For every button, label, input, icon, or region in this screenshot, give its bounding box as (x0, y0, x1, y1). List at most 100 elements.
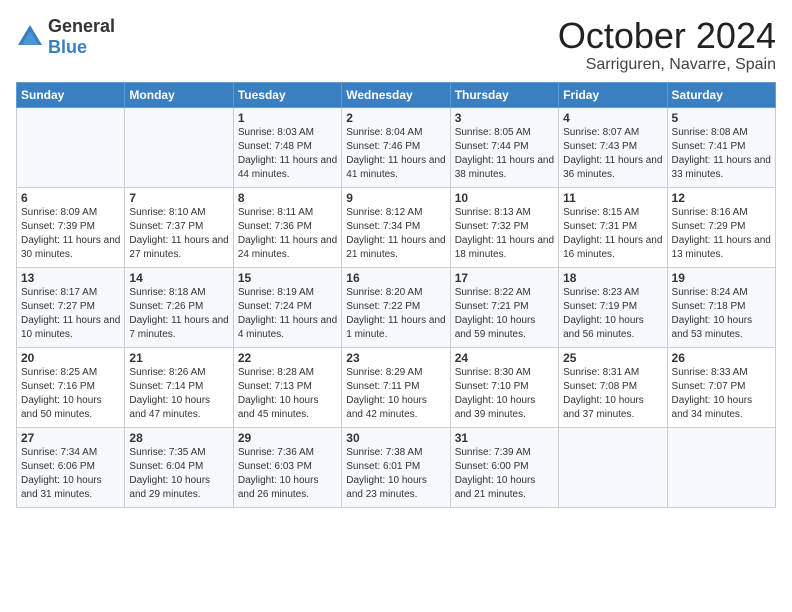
day-number: 27 (21, 431, 120, 445)
day-number: 29 (238, 431, 337, 445)
day-number: 26 (672, 351, 771, 365)
day-number: 15 (238, 271, 337, 285)
calendar-cell (17, 107, 125, 187)
day-info: Sunrise: 8:04 AM Sunset: 7:46 PM Dayligh… (346, 126, 445, 182)
calendar-cell: 6Sunrise: 8:09 AM Sunset: 7:39 PM Daylig… (17, 187, 125, 267)
day-info: Sunrise: 8:16 AM Sunset: 7:29 PM Dayligh… (672, 206, 771, 262)
col-header-wednesday: Wednesday (342, 82, 450, 107)
week-row-5: 27Sunrise: 7:34 AM Sunset: 6:06 PM Dayli… (17, 427, 776, 507)
col-header-sunday: Sunday (17, 82, 125, 107)
week-row-4: 20Sunrise: 8:25 AM Sunset: 7:16 PM Dayli… (17, 347, 776, 427)
logo-general: General (48, 16, 115, 36)
day-info: Sunrise: 7:38 AM Sunset: 6:01 PM Dayligh… (346, 446, 445, 502)
calendar-cell: 31Sunrise: 7:39 AM Sunset: 6:00 PM Dayli… (450, 427, 558, 507)
day-number: 2 (346, 111, 445, 125)
col-header-tuesday: Tuesday (233, 82, 341, 107)
header-row-days: SundayMondayTuesdayWednesdayThursdayFrid… (17, 82, 776, 107)
day-info: Sunrise: 8:31 AM Sunset: 7:08 PM Dayligh… (563, 366, 662, 422)
day-number: 25 (563, 351, 662, 365)
logo-text: General Blue (48, 16, 115, 58)
calendar-cell: 11Sunrise: 8:15 AM Sunset: 7:31 PM Dayli… (559, 187, 667, 267)
day-info: Sunrise: 8:07 AM Sunset: 7:43 PM Dayligh… (563, 126, 662, 182)
calendar-cell: 12Sunrise: 8:16 AM Sunset: 7:29 PM Dayli… (667, 187, 775, 267)
day-number: 14 (129, 271, 228, 285)
calendar-cell: 5Sunrise: 8:08 AM Sunset: 7:41 PM Daylig… (667, 107, 775, 187)
calendar-cell: 29Sunrise: 7:36 AM Sunset: 6:03 PM Dayli… (233, 427, 341, 507)
calendar-cell: 2Sunrise: 8:04 AM Sunset: 7:46 PM Daylig… (342, 107, 450, 187)
calendar-cell: 21Sunrise: 8:26 AM Sunset: 7:14 PM Dayli… (125, 347, 233, 427)
col-header-friday: Friday (559, 82, 667, 107)
day-info: Sunrise: 8:03 AM Sunset: 7:48 PM Dayligh… (238, 126, 337, 182)
day-info: Sunrise: 8:18 AM Sunset: 7:26 PM Dayligh… (129, 286, 228, 342)
location-title: Sarriguren, Navarre, Spain (558, 56, 776, 74)
day-number: 13 (21, 271, 120, 285)
week-row-1: 1Sunrise: 8:03 AM Sunset: 7:48 PM Daylig… (17, 107, 776, 187)
day-info: Sunrise: 8:13 AM Sunset: 7:32 PM Dayligh… (455, 206, 554, 262)
day-number: 21 (129, 351, 228, 365)
calendar-cell: 25Sunrise: 8:31 AM Sunset: 7:08 PM Dayli… (559, 347, 667, 427)
calendar-cell (559, 427, 667, 507)
logo-blue: Blue (48, 37, 87, 57)
calendar-container: General Blue October 2024 Sarriguren, Na… (0, 0, 792, 518)
day-info: Sunrise: 8:26 AM Sunset: 7:14 PM Dayligh… (129, 366, 228, 422)
calendar-cell: 4Sunrise: 8:07 AM Sunset: 7:43 PM Daylig… (559, 107, 667, 187)
col-header-saturday: Saturday (667, 82, 775, 107)
day-number: 20 (21, 351, 120, 365)
day-number: 22 (238, 351, 337, 365)
day-number: 16 (346, 271, 445, 285)
calendar-cell: 10Sunrise: 8:13 AM Sunset: 7:32 PM Dayli… (450, 187, 558, 267)
calendar-cell: 3Sunrise: 8:05 AM Sunset: 7:44 PM Daylig… (450, 107, 558, 187)
title-section: October 2024 Sarriguren, Navarre, Spain (558, 16, 776, 74)
day-number: 10 (455, 191, 554, 205)
day-info: Sunrise: 8:29 AM Sunset: 7:11 PM Dayligh… (346, 366, 445, 422)
day-info: Sunrise: 8:09 AM Sunset: 7:39 PM Dayligh… (21, 206, 120, 262)
calendar-cell: 18Sunrise: 8:23 AM Sunset: 7:19 PM Dayli… (559, 267, 667, 347)
calendar-cell: 8Sunrise: 8:11 AM Sunset: 7:36 PM Daylig… (233, 187, 341, 267)
calendar-cell: 16Sunrise: 8:20 AM Sunset: 7:22 PM Dayli… (342, 267, 450, 347)
day-number: 5 (672, 111, 771, 125)
calendar-cell: 7Sunrise: 8:10 AM Sunset: 7:37 PM Daylig… (125, 187, 233, 267)
week-row-3: 13Sunrise: 8:17 AM Sunset: 7:27 PM Dayli… (17, 267, 776, 347)
calendar-cell: 22Sunrise: 8:28 AM Sunset: 7:13 PM Dayli… (233, 347, 341, 427)
day-info: Sunrise: 8:28 AM Sunset: 7:13 PM Dayligh… (238, 366, 337, 422)
logo: General Blue (16, 16, 115, 58)
day-number: 23 (346, 351, 445, 365)
day-info: Sunrise: 8:33 AM Sunset: 7:07 PM Dayligh… (672, 366, 771, 422)
day-info: Sunrise: 8:08 AM Sunset: 7:41 PM Dayligh… (672, 126, 771, 182)
calendar-cell: 14Sunrise: 8:18 AM Sunset: 7:26 PM Dayli… (125, 267, 233, 347)
day-info: Sunrise: 7:36 AM Sunset: 6:03 PM Dayligh… (238, 446, 337, 502)
calendar-cell: 20Sunrise: 8:25 AM Sunset: 7:16 PM Dayli… (17, 347, 125, 427)
day-number: 30 (346, 431, 445, 445)
calendar-table: SundayMondayTuesdayWednesdayThursdayFrid… (16, 82, 776, 508)
calendar-cell: 28Sunrise: 7:35 AM Sunset: 6:04 PM Dayli… (125, 427, 233, 507)
day-info: Sunrise: 8:30 AM Sunset: 7:10 PM Dayligh… (455, 366, 554, 422)
day-number: 9 (346, 191, 445, 205)
calendar-cell: 9Sunrise: 8:12 AM Sunset: 7:34 PM Daylig… (342, 187, 450, 267)
day-number: 18 (563, 271, 662, 285)
day-info: Sunrise: 8:25 AM Sunset: 7:16 PM Dayligh… (21, 366, 120, 422)
day-number: 17 (455, 271, 554, 285)
day-info: Sunrise: 8:24 AM Sunset: 7:18 PM Dayligh… (672, 286, 771, 342)
calendar-cell: 1Sunrise: 8:03 AM Sunset: 7:48 PM Daylig… (233, 107, 341, 187)
day-info: Sunrise: 8:19 AM Sunset: 7:24 PM Dayligh… (238, 286, 337, 342)
col-header-thursday: Thursday (450, 82, 558, 107)
calendar-cell: 30Sunrise: 7:38 AM Sunset: 6:01 PM Dayli… (342, 427, 450, 507)
day-info: Sunrise: 7:35 AM Sunset: 6:04 PM Dayligh… (129, 446, 228, 502)
calendar-cell: 23Sunrise: 8:29 AM Sunset: 7:11 PM Dayli… (342, 347, 450, 427)
calendar-cell (667, 427, 775, 507)
day-number: 31 (455, 431, 554, 445)
calendar-cell: 27Sunrise: 7:34 AM Sunset: 6:06 PM Dayli… (17, 427, 125, 507)
calendar-cell: 13Sunrise: 8:17 AM Sunset: 7:27 PM Dayli… (17, 267, 125, 347)
day-info: Sunrise: 7:34 AM Sunset: 6:06 PM Dayligh… (21, 446, 120, 502)
day-number: 28 (129, 431, 228, 445)
day-number: 12 (672, 191, 771, 205)
day-info: Sunrise: 8:15 AM Sunset: 7:31 PM Dayligh… (563, 206, 662, 262)
day-info: Sunrise: 8:11 AM Sunset: 7:36 PM Dayligh… (238, 206, 337, 262)
day-number: 6 (21, 191, 120, 205)
day-number: 24 (455, 351, 554, 365)
day-info: Sunrise: 8:22 AM Sunset: 7:21 PM Dayligh… (455, 286, 554, 342)
calendar-cell: 17Sunrise: 8:22 AM Sunset: 7:21 PM Dayli… (450, 267, 558, 347)
day-info: Sunrise: 8:10 AM Sunset: 7:37 PM Dayligh… (129, 206, 228, 262)
calendar-cell (125, 107, 233, 187)
day-info: Sunrise: 7:39 AM Sunset: 6:00 PM Dayligh… (455, 446, 554, 502)
